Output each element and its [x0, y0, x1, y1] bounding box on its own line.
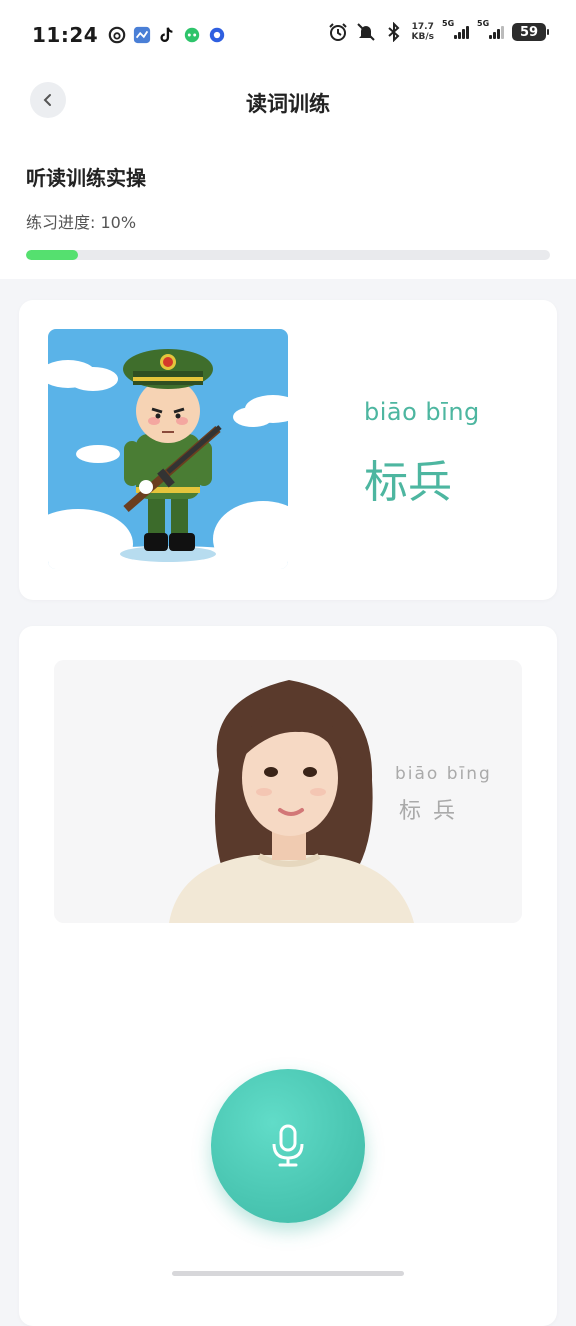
- netease-music-icon: [108, 26, 126, 44]
- progress-fill: [26, 250, 79, 260]
- signal-1-label: 5G: [442, 19, 455, 28]
- net-speed-value: 17.7: [411, 22, 434, 32]
- battery-indicator: 59: [512, 23, 549, 41]
- section-title: 听读训练实操: [26, 166, 146, 190]
- weather-app-icon: [134, 26, 151, 44]
- word-pinyin: biāo bīng: [364, 398, 480, 426]
- mute-icon: [356, 23, 375, 41]
- word-card: biāo bīng 标兵: [19, 300, 557, 600]
- word-hanzi: 标兵: [364, 457, 452, 508]
- microphone-icon: [272, 1124, 304, 1167]
- network-speed: 17.7 KB/s: [412, 22, 434, 42]
- soldier-illustration: [48, 329, 288, 569]
- presenter-video[interactable]: biāo bīng 标兵: [54, 660, 522, 923]
- progress-label: 练习进度: 10%: [26, 213, 137, 232]
- status-bar: 11:24 17.7 KB/s 5G 5G 59: [0, 0, 576, 70]
- tiktok-icon: [160, 27, 173, 42]
- blue-app-icon: [209, 27, 225, 43]
- status-app-icons: [108, 26, 226, 44]
- video-hanzi: 标兵: [399, 799, 468, 824]
- alarm-icon: [328, 23, 347, 41]
- battery-level: 59: [519, 24, 539, 40]
- record-button[interactable]: [211, 1069, 365, 1223]
- nav-bar: 读词训练: [0, 70, 576, 132]
- green-app-icon: [184, 27, 200, 43]
- top-area: 11:24 17.7 KB/s 5G 5G 59 读词训练 听读训练实操 练习进…: [0, 0, 576, 279]
- net-speed-unit: KB/s: [411, 32, 434, 42]
- signal-2-icon: 5G: [477, 19, 504, 39]
- video-pinyin: biāo bīng: [395, 764, 492, 784]
- signal-2-label: 5G: [477, 19, 490, 28]
- progress-bar: [26, 250, 550, 260]
- status-time: 11:24: [32, 23, 99, 47]
- status-system-icons: 17.7 KB/s 5G 5G 59: [328, 19, 549, 42]
- page-title: 读词训练: [246, 92, 330, 116]
- signal-1-icon: 5G: [442, 19, 469, 39]
- home-indicator[interactable]: [172, 1271, 404, 1276]
- bluetooth-icon: [387, 22, 399, 42]
